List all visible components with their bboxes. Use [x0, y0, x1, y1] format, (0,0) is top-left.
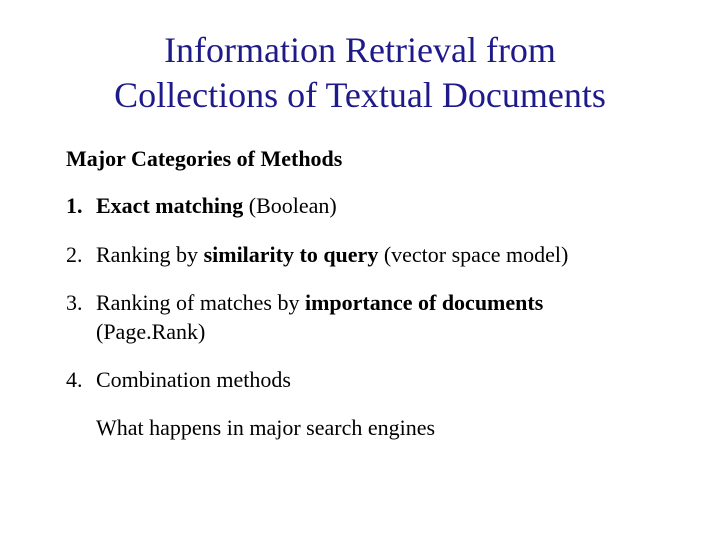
item-text: (Page.Rank) — [96, 319, 205, 344]
item-number: 2. — [66, 241, 96, 270]
item-number: 3. — [66, 289, 96, 318]
subtitle: Major Categories of Methods — [66, 146, 670, 172]
item-body: Exact matching (Boolean) — [96, 192, 670, 221]
list-item: 1. Exact matching (Boolean) — [66, 192, 670, 221]
item-text: Ranking by — [96, 242, 204, 267]
title-line-2: Collections of Textual Documents — [114, 75, 606, 115]
item-number: 1. — [66, 192, 96, 221]
item-body: Combination methods — [96, 366, 670, 395]
item-text: Combination methods — [96, 367, 291, 392]
trailing-text: What happens in major search engines — [96, 415, 670, 441]
item-text: (Boolean) — [243, 193, 336, 218]
title-line-1: Information Retrieval from — [164, 30, 556, 70]
slide-title: Information Retrieval from Collections o… — [50, 28, 670, 118]
item-body: Ranking of matches by importance of docu… — [96, 289, 670, 346]
methods-list: 1. Exact matching (Boolean) 2. Ranking b… — [66, 192, 670, 395]
item-bold: importance of documents — [305, 290, 543, 315]
list-item: 3. Ranking of matches by importance of d… — [66, 289, 670, 346]
item-bold: Exact matching — [96, 193, 243, 218]
item-text: Ranking of matches by — [96, 290, 305, 315]
item-number: 4. — [66, 366, 96, 395]
list-item: 2. Ranking by similarity to query (vecto… — [66, 241, 670, 270]
list-item: 4. Combination methods — [66, 366, 670, 395]
item-text: (vector space model) — [378, 242, 568, 267]
item-bold: similarity to query — [204, 242, 379, 267]
item-body: Ranking by similarity to query (vector s… — [96, 241, 670, 270]
